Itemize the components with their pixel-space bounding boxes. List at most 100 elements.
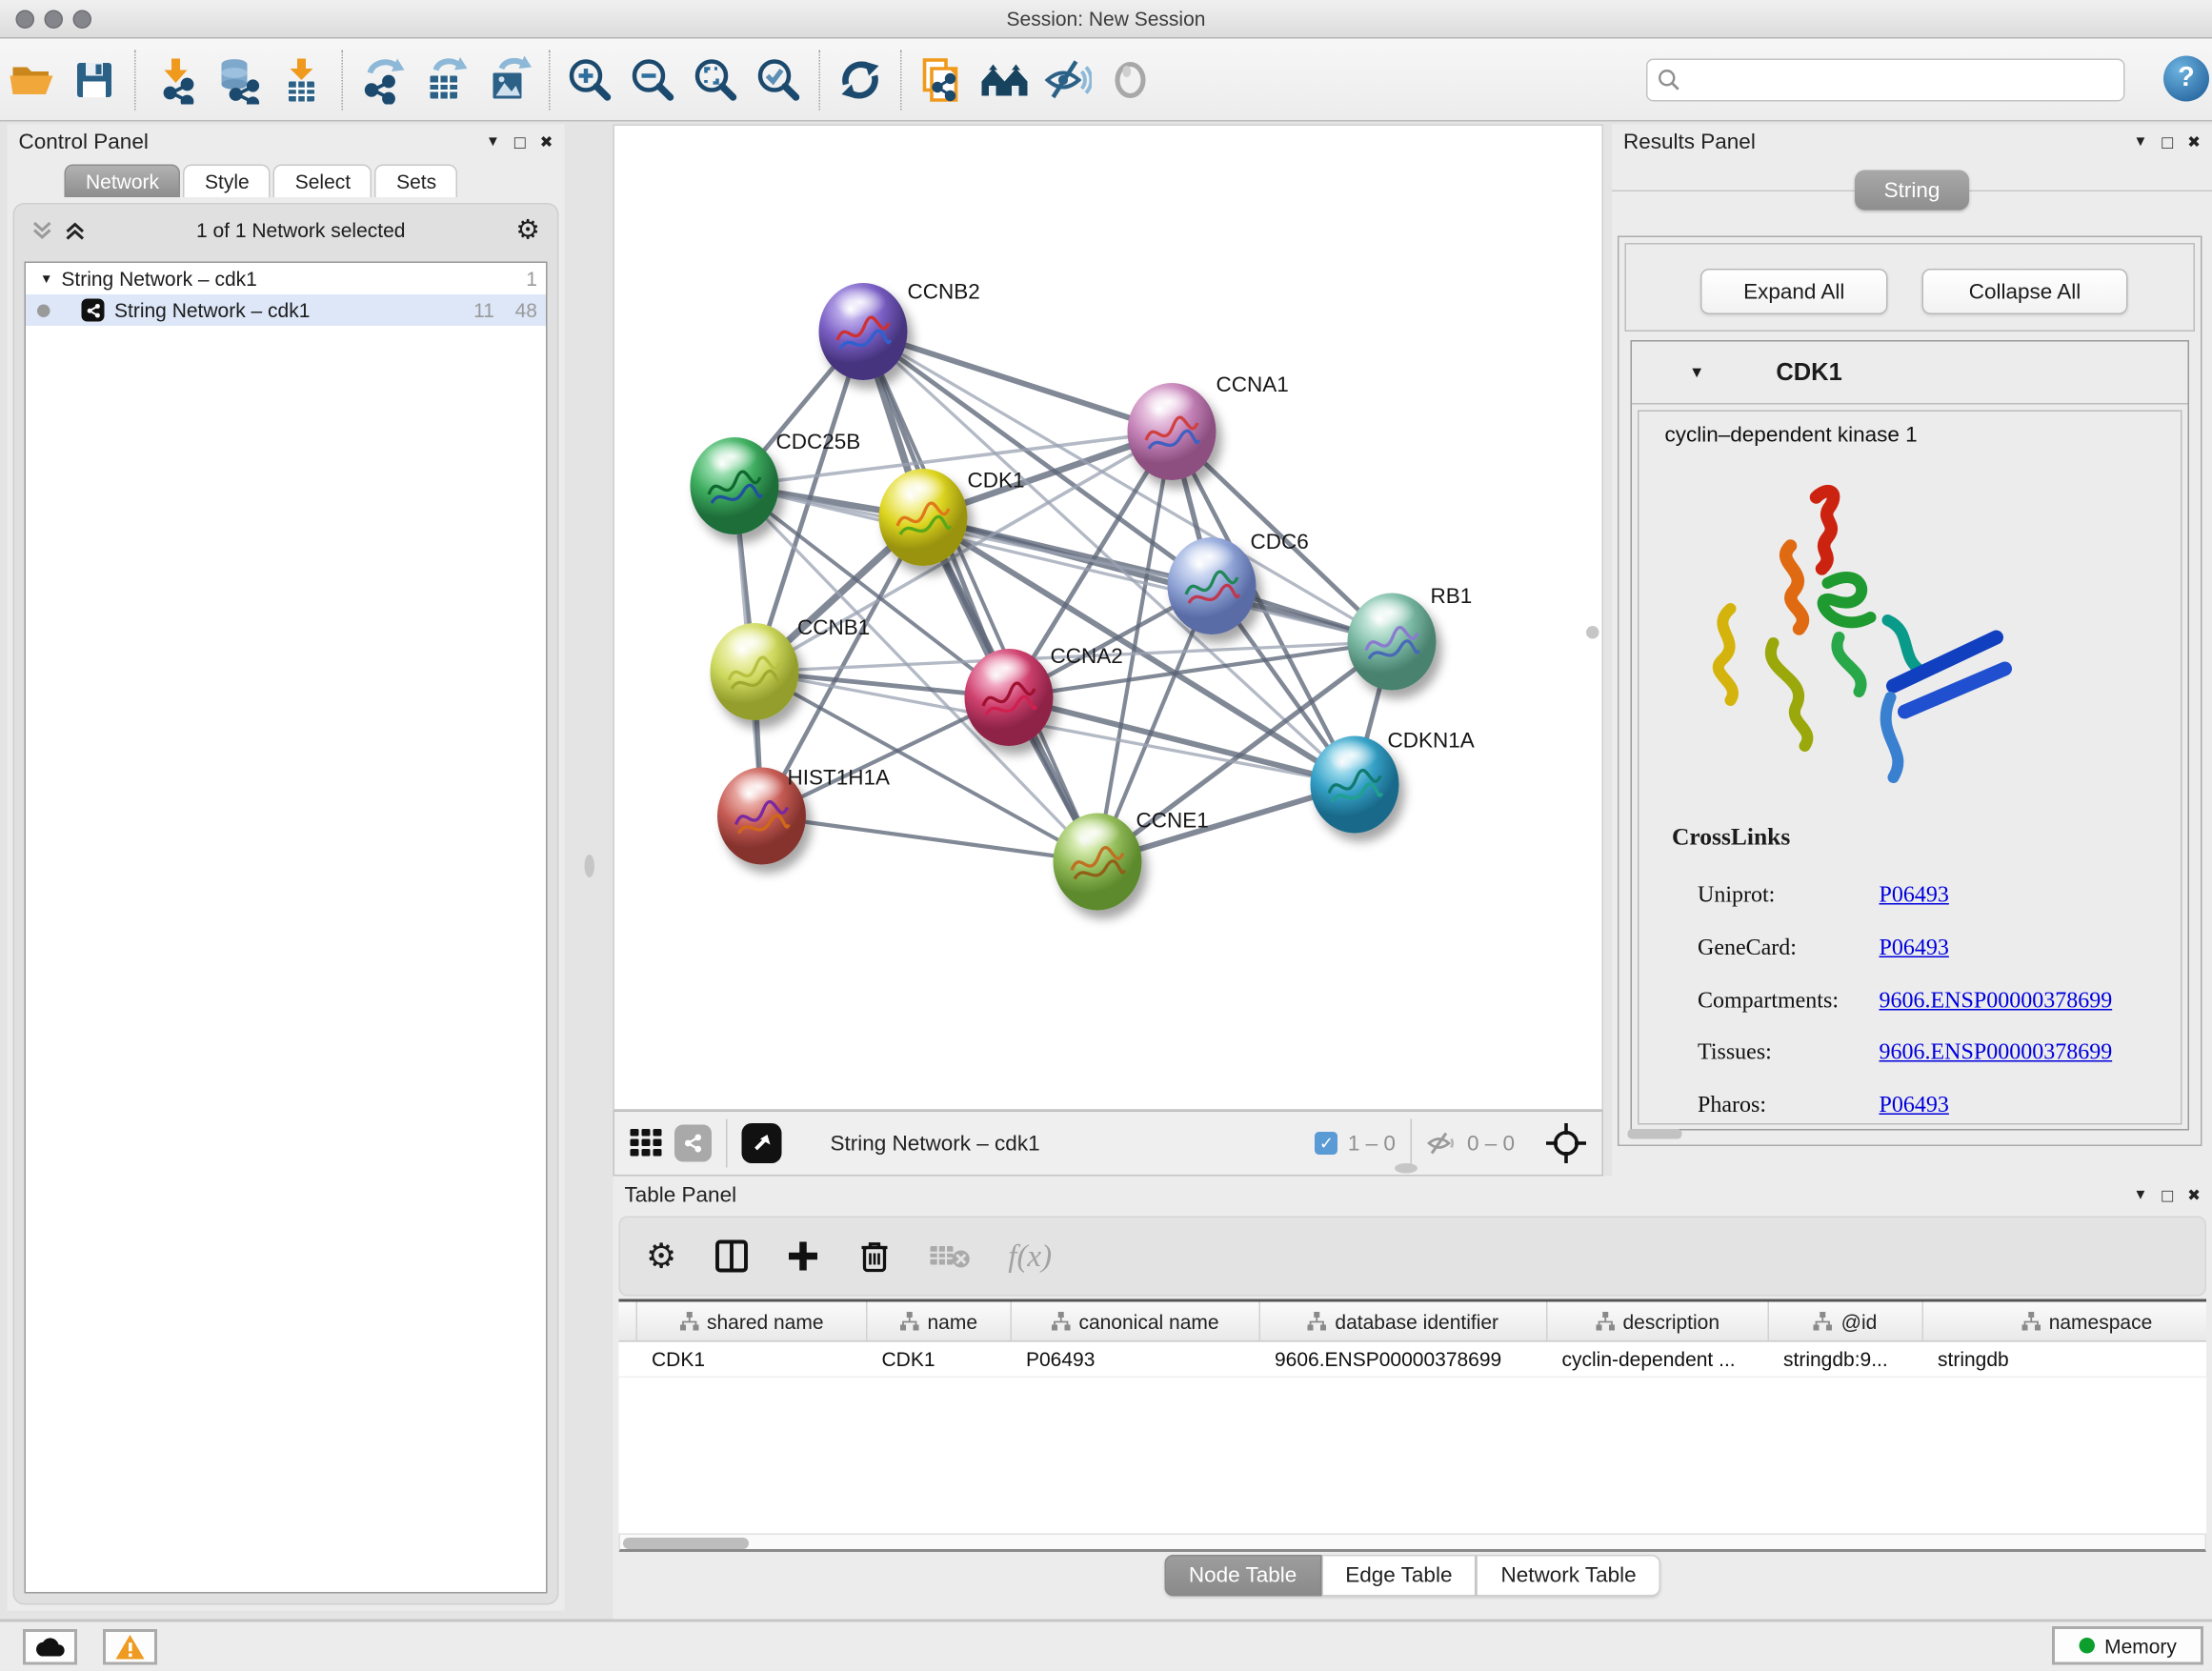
network-node-cdkn1a[interactable] <box>1311 736 1399 834</box>
table-options-button[interactable]: ⚙ <box>646 1236 676 1278</box>
crosslink-link[interactable]: 9606.ENSP00000378699 <box>1880 989 2113 1015</box>
gene-header-row[interactable]: ▼ CDK1 <box>1632 342 2188 405</box>
network-node-cdk1[interactable] <box>879 469 968 566</box>
collapse-all-button[interactable]: Collapse All <box>1922 269 2128 314</box>
table-hscrollbar[interactable] <box>619 1534 2207 1553</box>
table-row[interactable]: CDK1CDK1P064939606.ENSP00000378699cyclin… <box>619 1342 2207 1379</box>
table-cell[interactable]: 9606.ENSP00000378699 <box>1260 1342 1548 1377</box>
network-row[interactable]: String Network – cdk1 11 48 <box>26 294 546 326</box>
network-node-ccna2[interactable] <box>965 649 1054 746</box>
panel-float-icon[interactable]: □ <box>514 131 526 152</box>
column-header-name[interactable]: name <box>868 1302 1013 1341</box>
protein-ribbon-thumbnail <box>703 463 766 514</box>
network-view-canvas[interactable]: CCNB2CCNA1CDC25BCDK1CDC6RB1CCNB1CCNA2CDK… <box>613 125 1604 1111</box>
chevron-down-icon[interactable]: ▼ <box>40 272 52 286</box>
tab-sets[interactable]: Sets <box>375 165 458 198</box>
column-header-database-identifier[interactable]: database identifier <box>1260 1302 1548 1341</box>
zoom-in-button[interactable] <box>559 48 622 111</box>
column-header-description[interactable]: description <box>1548 1302 1770 1341</box>
tab-select[interactable]: Select <box>273 165 372 198</box>
delete-column-button[interactable] <box>856 1239 891 1274</box>
panel-menu-icon[interactable]: ▼ <box>486 133 500 150</box>
search-input[interactable] <box>1680 70 2123 91</box>
table-cell[interactable]: stringdb <box>1923 1342 2206 1377</box>
show-columns-button[interactable] <box>714 1239 748 1274</box>
column-header-shared-name[interactable]: shared name <box>637 1302 868 1341</box>
network-node-cdc6[interactable] <box>1168 537 1257 634</box>
expand-all-button[interactable]: Expand All <box>1700 269 1888 314</box>
crosslink-link[interactable]: P06493 <box>1880 1094 1949 1119</box>
network-node-rb1[interactable] <box>1348 594 1437 691</box>
crosslink-link[interactable]: P06493 <box>1880 883 1949 909</box>
create-column-button[interactable] <box>785 1239 819 1274</box>
show-panel-button[interactable] <box>1099 48 1162 111</box>
expand-all-icon[interactable] <box>65 219 87 241</box>
chevron-down-icon[interactable]: ▼ <box>1689 364 1704 381</box>
export-table-button[interactable] <box>414 48 477 111</box>
column-header-namespace[interactable]: namespace <box>1923 1302 2206 1341</box>
grid-view-button[interactable] <box>629 1124 663 1163</box>
table-cell[interactable]: CDK1 <box>637 1342 868 1377</box>
network-edge[interactable] <box>863 332 1172 432</box>
panel-close-icon[interactable]: ✖ <box>540 132 553 151</box>
save-session-button[interactable] <box>63 48 126 111</box>
tab-string[interactable]: String <box>1855 171 1969 211</box>
panel-float-icon[interactable]: □ <box>2162 1184 2173 1206</box>
help-button[interactable]: ? <box>2163 56 2209 102</box>
column-header-canonical-name[interactable]: canonical name <box>1012 1302 1260 1341</box>
table-cell[interactable]: CDK1 <box>868 1342 1013 1377</box>
panel-menu-icon[interactable]: ▼ <box>2134 133 2148 150</box>
cloud-status-button[interactable] <box>23 1630 77 1666</box>
panel-menu-icon[interactable]: ▼ <box>2134 1187 2148 1203</box>
zoom-out-button[interactable] <box>622 48 685 111</box>
network-node-ccnb2[interactable] <box>819 283 908 380</box>
tab-edge-table[interactable]: Edge Table <box>1321 1555 1477 1597</box>
tab-network-table[interactable]: Network Table <box>1477 1555 1660 1597</box>
network-node-ccnb1[interactable] <box>711 623 799 720</box>
tab-network[interactable]: Network <box>65 165 181 198</box>
column-header--id[interactable]: @id <box>1769 1302 1923 1341</box>
gear-icon[interactable]: ⚙ <box>515 213 540 247</box>
export-network-button[interactable] <box>352 48 414 111</box>
network-edge[interactable] <box>863 332 1097 862</box>
collapse-all-icon[interactable] <box>31 219 53 241</box>
return-to-gallery-button[interactable] <box>974 48 1036 111</box>
export-image-button[interactable] <box>477 48 540 111</box>
zoom-selected-button[interactable] <box>748 48 811 111</box>
table-hscroll-thumb[interactable] <box>623 1538 749 1549</box>
import-network-file-button[interactable] <box>145 48 208 111</box>
import-table-file-button[interactable] <box>271 48 333 111</box>
crosslink-link[interactable]: P06493 <box>1880 936 1949 962</box>
splitter-handle-right[interactable] <box>1586 626 1599 639</box>
share-document-button[interactable] <box>911 48 974 111</box>
network-edge[interactable] <box>762 816 1098 862</box>
refresh-view-button[interactable] <box>829 48 892 111</box>
network-overview-button[interactable] <box>674 1125 712 1162</box>
network-node-ccne1[interactable] <box>1054 814 1142 911</box>
network-collection-row[interactable]: ▼ String Network – cdk1 1 <box>26 263 546 294</box>
crosshair-icon[interactable] <box>1545 1122 1588 1165</box>
column-header-label: database identifier <box>1335 1310 1498 1333</box>
panel-float-icon[interactable]: □ <box>2162 131 2173 152</box>
table-cell[interactable]: P06493 <box>1012 1342 1260 1377</box>
table-cell[interactable]: cyclin-dependent ... <box>1548 1342 1770 1377</box>
panel-close-icon[interactable]: ✖ <box>2187 1185 2201 1204</box>
zoom-fit-button[interactable] <box>685 48 748 111</box>
results-hscroll-thumb[interactable] <box>1628 1129 1682 1139</box>
crosslink-link[interactable]: 9606.ENSP00000378699 <box>1880 1040 2113 1066</box>
memory-button[interactable]: Memory <box>2052 1627 2203 1666</box>
tab-node-table[interactable]: Node Table <box>1164 1555 1320 1597</box>
tab-style[interactable]: Style <box>184 165 271 198</box>
import-network-database-button[interactable] <box>208 48 271 111</box>
birdseye-view-button[interactable] <box>742 1123 782 1163</box>
network-node-ccna1[interactable] <box>1128 383 1217 480</box>
hide-panel-button[interactable] <box>1036 48 1099 111</box>
table-cell[interactable]: stringdb:9... <box>1769 1342 1923 1377</box>
selected-checkbox[interactable]: ✓ <box>1315 1132 1337 1155</box>
network-node-cdc25b[interactable] <box>691 437 779 534</box>
splitter-handle-horizontal[interactable] <box>1395 1163 1418 1174</box>
open-file-button[interactable] <box>0 48 63 111</box>
warnings-button[interactable] <box>103 1630 157 1666</box>
panel-close-icon[interactable]: ✖ <box>2187 132 2201 151</box>
splitter-handle-vertical[interactable] <box>585 855 595 877</box>
